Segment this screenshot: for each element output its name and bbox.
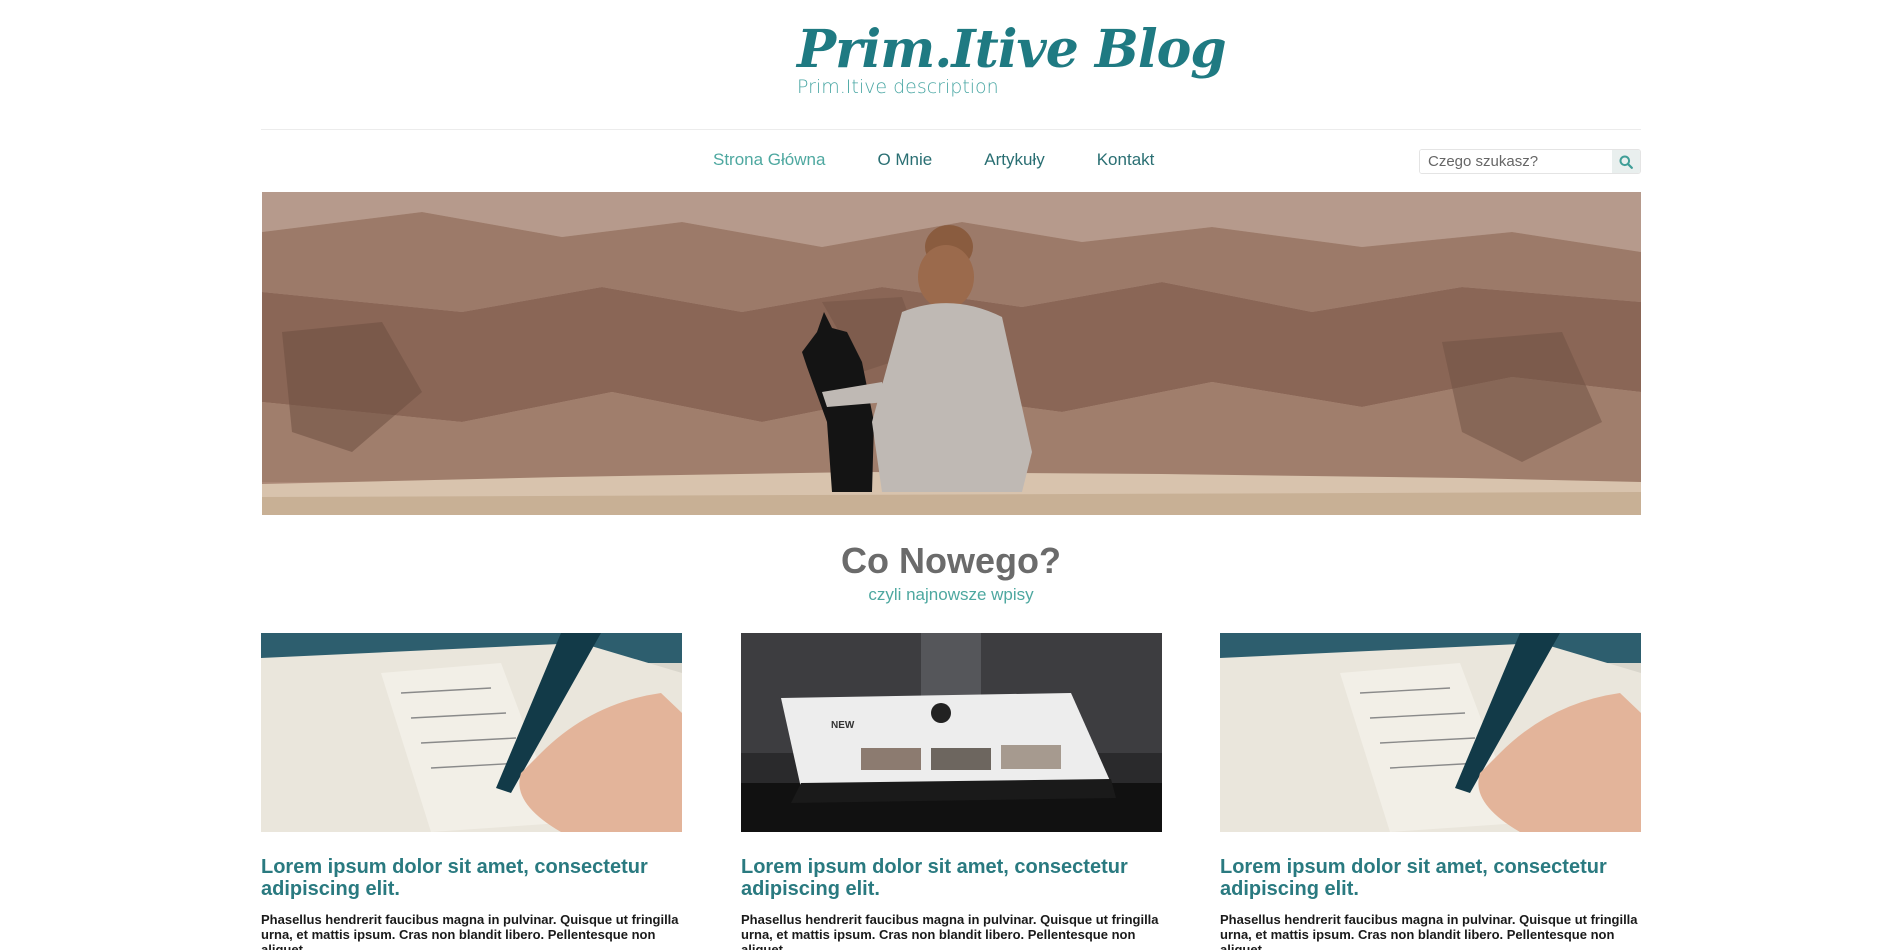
nav-item-about[interactable]: O Mnie [877, 150, 932, 170]
hero-canyon-illustration [262, 192, 1641, 515]
nav-item-contact[interactable]: Kontakt [1097, 150, 1155, 170]
post-title[interactable]: Lorem ipsum dolor sit amet, consectetur … [261, 856, 682, 900]
post-title[interactable]: Lorem ipsum dolor sit amet, consectetur … [1220, 856, 1641, 900]
post-image[interactable] [1220, 633, 1641, 832]
site-logo[interactable]: Prim.Itive Blog Prim.Itive description [797, 18, 1227, 98]
search-button[interactable] [1612, 150, 1640, 173]
post-excerpt: Phasellus hendrerit faucibus magna in pu… [261, 912, 679, 950]
post-image[interactable] [261, 633, 682, 832]
nav-item-articles[interactable]: Artykuły [984, 150, 1044, 170]
post-card: Lorem ipsum dolor sit amet, consectetur … [261, 633, 682, 950]
nav-item-home[interactable]: Strona Główna [713, 150, 825, 170]
notebook-image [1220, 633, 1641, 832]
section-subtitle: czyli najnowsze wpisy [868, 585, 1034, 604]
search-box [1419, 149, 1641, 174]
hero-image [262, 192, 1641, 515]
svg-text:NEW: NEW [831, 720, 855, 731]
search-input[interactable] [1420, 150, 1612, 173]
post-title[interactable]: Lorem ipsum dolor sit amet, consectetur … [741, 856, 1162, 900]
laptop-image: NEW [741, 633, 1162, 832]
post-card: NEW Lorem ipsum dolor sit amet, consecte… [741, 633, 1162, 950]
site-title[interactable]: Prim.Itive Blog [797, 18, 1227, 82]
post-card: Lorem ipsum dolor sit amet, consectetur … [1220, 633, 1641, 950]
section-title: Co Nowego? [841, 540, 1061, 581]
header-divider [261, 129, 1641, 130]
main-nav: Strona Główna O Mnie Artykuły Kontakt [713, 150, 1206, 170]
post-excerpt: Phasellus hendrerit faucibus magna in pu… [741, 912, 1159, 950]
post-image[interactable]: NEW [741, 633, 1162, 832]
notebook-image [261, 633, 682, 832]
search-icon [1619, 155, 1633, 169]
post-excerpt: Phasellus hendrerit faucibus magna in pu… [1220, 912, 1638, 950]
posts-grid: Lorem ipsum dolor sit amet, consectetur … [261, 633, 1641, 950]
